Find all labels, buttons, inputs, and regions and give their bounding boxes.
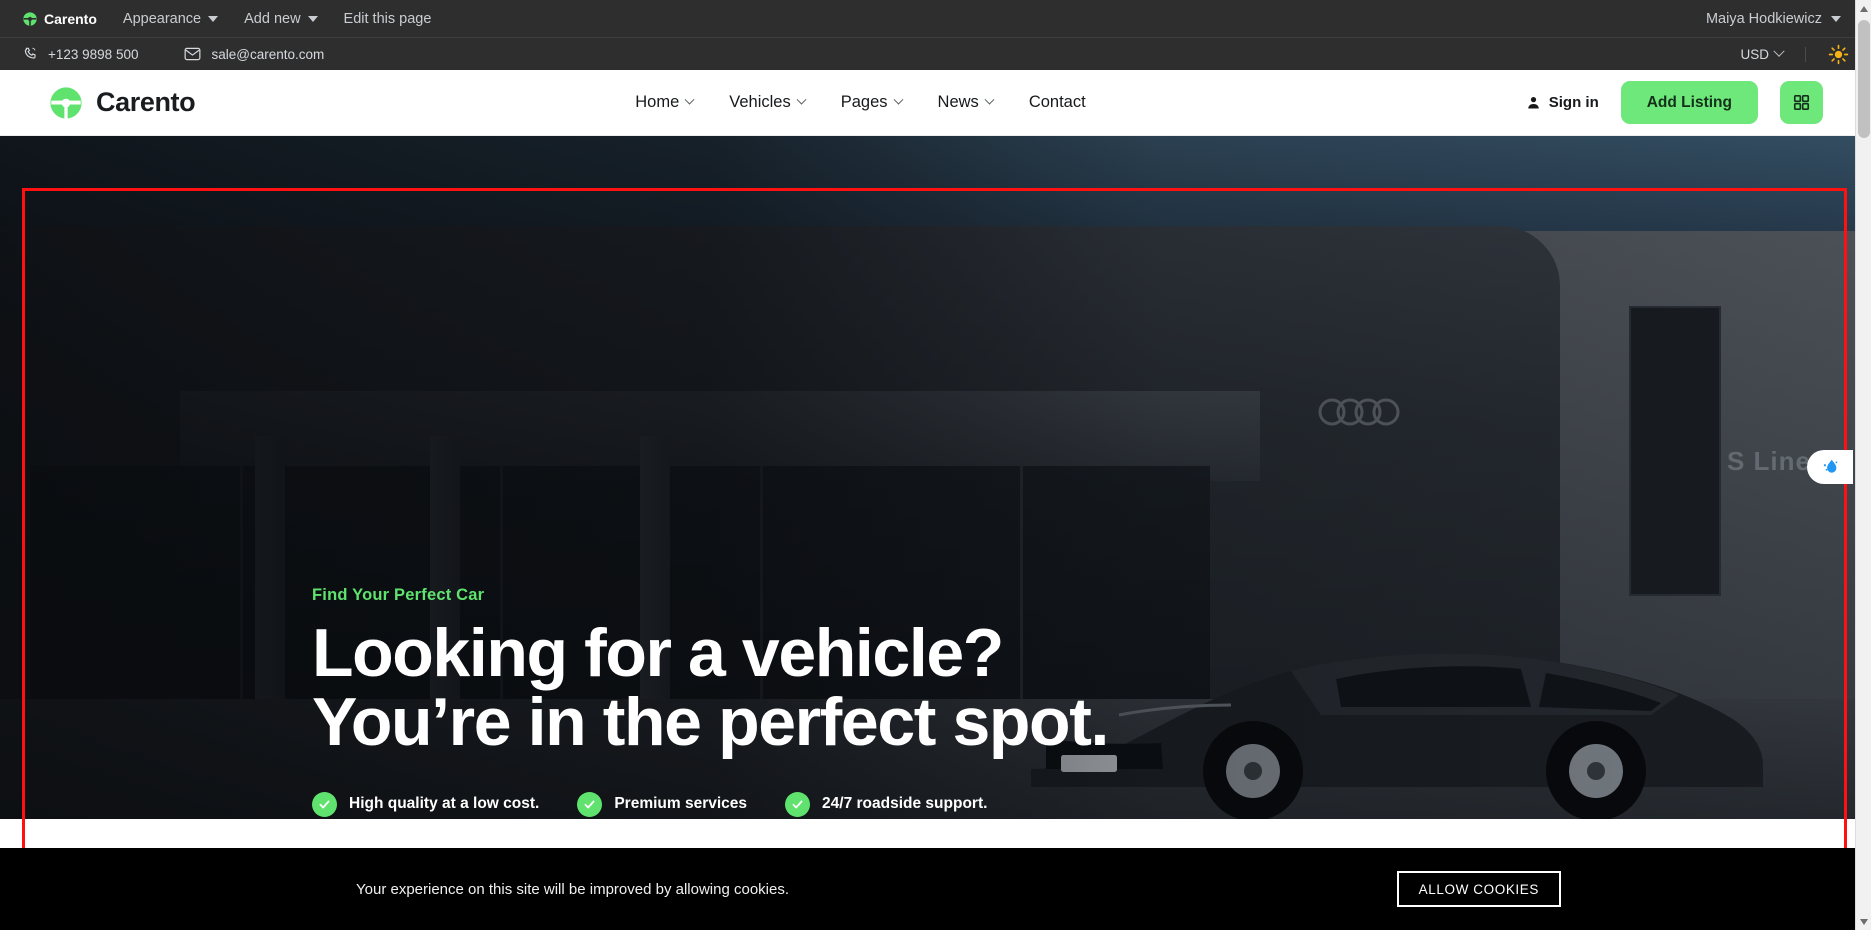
nav-item-news[interactable]: News [937, 93, 995, 112]
nav-item-label: News [937, 93, 979, 111]
admin-brand-label: Carento [44, 10, 97, 27]
page-root: Carento Appearance Add new Edit this pag… [0, 0, 1871, 930]
hero-feature-label: High quality at a low cost. [349, 795, 540, 813]
currency-selector[interactable]: USD [1740, 45, 1806, 62]
hero-section: S Line Find Your Perfect Car L [0, 136, 1871, 819]
main-navigation: Home Vehicles Pages News Contact [635, 93, 1085, 112]
hero-headline-line2: You’re in the perfect spot. [312, 684, 1109, 761]
chevron-down-icon [984, 94, 995, 105]
hero-content: Find Your Perfect Car Looking for a vehi… [312, 586, 1109, 817]
admin-brand[interactable]: Carento [22, 11, 97, 27]
nav-item-home[interactable]: Home [635, 93, 695, 112]
admin-item-label: Add new [244, 10, 301, 27]
check-icon [577, 791, 603, 817]
logo-text: Carento [96, 87, 196, 117]
admin-item-appearance[interactable]: Appearance [122, 10, 219, 27]
site-logo[interactable]: Carento [48, 85, 196, 121]
phone-number: +123 9898 500 [48, 46, 139, 62]
admin-user-name: Maiya Hodkiewicz [1705, 10, 1822, 27]
nav-item-pages[interactable]: Pages [840, 93, 903, 112]
theme-toggle-button[interactable] [1806, 44, 1849, 65]
nav-item-label: Contact [1028, 93, 1086, 111]
scrollbar-down-arrow[interactable] [1856, 913, 1871, 930]
nav-item-label: Pages [840, 93, 888, 111]
email-address: sale@carento.com [211, 46, 325, 62]
hero-feature-list: High quality at a low cost. Premium serv… [312, 791, 1108, 817]
nav-item-vehicles[interactable]: Vehicles [729, 93, 807, 112]
sign-in-label: Sign in [1548, 94, 1599, 111]
chevron-down-icon [796, 94, 807, 105]
hero-headline-line1: Looking for a vehicle? [312, 615, 1004, 691]
phone-contact[interactable]: +123 9898 500 [22, 46, 138, 62]
nav-item-label: Vehicles [729, 93, 791, 111]
chevron-down-icon [893, 94, 903, 105]
hero-feature-label: 24/7 roadside support. [822, 795, 988, 813]
email-contact[interactable]: sale@carento.com [184, 47, 324, 62]
caret-down-icon [1831, 15, 1841, 22]
admin-user-menu[interactable]: Maiya Hodkiewicz [1706, 11, 1841, 27]
sun-icon [1828, 44, 1849, 64]
check-icon [312, 791, 337, 817]
chevron-down-icon [1773, 45, 1785, 57]
hero-eyebrow: Find Your Perfect Car [312, 586, 485, 604]
add-listing-button[interactable]: Add Listing [1620, 81, 1758, 124]
admin-item-edit-this-page[interactable]: Edit this page [344, 11, 432, 27]
sign-in-button[interactable]: Sign in [1526, 94, 1599, 111]
cookie-consent-bar: Your experience on this site will be imp… [0, 848, 1855, 930]
phone-icon [24, 47, 36, 59]
person-icon [1527, 97, 1539, 109]
caret-down-icon [307, 15, 318, 22]
admin-bar: Carento Appearance Add new Edit this pag… [0, 0, 1871, 37]
grid-menu-button[interactable] [1779, 81, 1823, 124]
scrollbar-up-arrow[interactable] [1856, 0, 1871, 17]
check-icon [785, 791, 811, 817]
triangle-down-icon [1860, 918, 1868, 925]
steering-wheel-icon [50, 86, 82, 119]
admin-item-add-new[interactable]: Add new [244, 10, 318, 27]
chevron-down-icon [684, 94, 695, 105]
grid-icon [1793, 94, 1810, 111]
caret-down-icon [208, 15, 219, 22]
hero-feature-item: Premium services [577, 791, 748, 817]
allow-cookies-button[interactable]: ALLOW COOKIES [1396, 871, 1561, 907]
triangle-up-icon [1860, 5, 1868, 12]
cookie-message: Your experience on this site will be imp… [356, 880, 790, 898]
envelope-icon [185, 47, 201, 61]
currency-value: USD [1740, 46, 1769, 62]
nav-item-label: Home [635, 93, 680, 111]
site-header: Carento Home Vehicles Pages News Contact [0, 70, 1871, 136]
scrollbar-thumb[interactable] [1858, 20, 1870, 138]
side-widget-button[interactable] [1807, 450, 1853, 484]
nav-item-contact[interactable]: Contact [1029, 93, 1086, 112]
admin-item-label: Appearance [122, 10, 202, 27]
header-actions: Sign in Add Listing [1526, 81, 1823, 124]
hero-feature-item: High quality at a low cost. [312, 791, 540, 817]
top-info-bar: +123 9898 500 sale@carento.com USD [0, 37, 1871, 70]
hero-feature-item: 24/7 roadside support. [785, 791, 988, 817]
water-drop-sparkle-icon [1823, 459, 1837, 473]
steering-wheel-icon [23, 11, 37, 26]
admin-item-label: Edit this page [343, 10, 432, 27]
page-scrollbar[interactable] [1855, 0, 1871, 930]
hero-feature-label: Premium services [614, 795, 748, 813]
